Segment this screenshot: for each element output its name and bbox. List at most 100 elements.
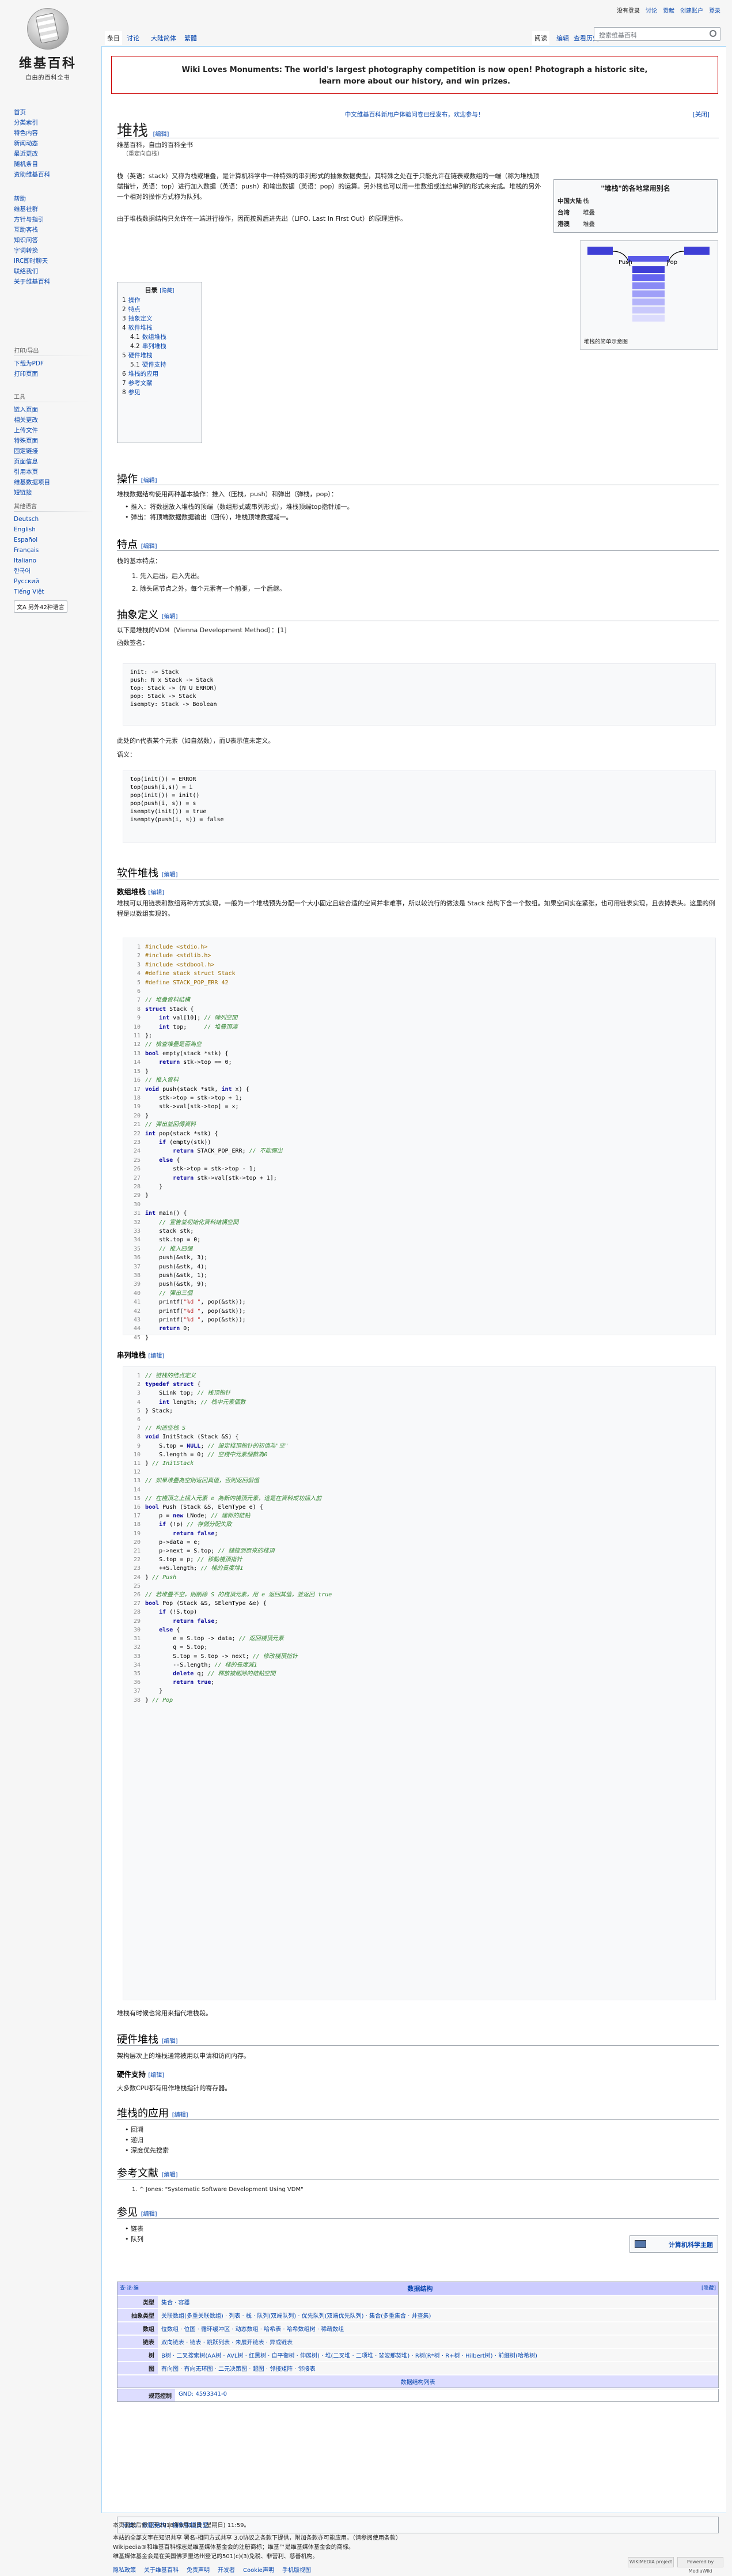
toc-text[interactable]: 硬件堆栈 [128, 352, 153, 359]
toc-text[interactable]: 堆栈的应用 [128, 371, 159, 377]
see-link[interactable]: • 队列 [125, 2234, 143, 2245]
see-link[interactable]: • 链表 [125, 2224, 143, 2234]
personal-link[interactable]: 登录 [709, 8, 720, 14]
search-icon[interactable] [710, 30, 716, 37]
tool-link[interactable]: 维基数据项目 [14, 477, 94, 488]
search-input[interactable]: 搜索维基百科 [594, 27, 720, 41]
toc-item[interactable]: 1 操作 [122, 296, 197, 305]
toc-text[interactable]: 软件堆栈 [128, 324, 153, 331]
stack-diagram-thumb[interactable]: Push Pop 堆栈的简单示意图 [580, 240, 718, 350]
tab-read[interactable]: 阅读 [532, 31, 549, 45]
tool-link[interactable]: 短链接 [14, 488, 94, 498]
navbox-list[interactable]: 位数组 · 位图 · 循环缓冲区 · 动态数组 · 哈希表 · 哈希数组树 · … [158, 2322, 718, 2335]
tool-link[interactable]: 引用本页 [14, 467, 94, 477]
toc-text[interactable]: 硬件支持 [142, 361, 166, 368]
navbox-list[interactable]: 集合 · 容器 [158, 2296, 718, 2308]
tab-traditional[interactable]: 繁體 [182, 31, 199, 45]
help-link[interactable]: IRC即时聊天 [14, 256, 94, 266]
navbox-group: 图 [117, 2362, 158, 2374]
nav-link[interactable]: 随机条目 [14, 159, 94, 169]
wlm-banner[interactable]: Wiki Loves Monuments: The world's larges… [111, 56, 718, 94]
nav-link[interactable]: 新闻动态 [14, 138, 94, 149]
personal-link[interactable]: 讨论 [646, 8, 657, 14]
intro-paragraph-2: 由于堆栈数据结构只允许在一端进行操作，因而按照后进先出（LIFO, Last I… [117, 215, 407, 222]
help-link[interactable]: 联络我们 [14, 266, 94, 277]
toc-text[interactable]: 参见 [128, 389, 141, 396]
close-notice-link[interactable]: [关闭] [693, 110, 710, 119]
section-references: 参考文献 [编辑] [117, 2167, 178, 2180]
toc-item[interactable]: 8 参见 [122, 388, 197, 397]
help-link[interactable]: 互助客栈 [14, 225, 94, 235]
toc-item[interactable]: 4.2 串列堆栈 [122, 342, 197, 351]
nav-link[interactable]: 分类索引 [14, 118, 94, 128]
help-link[interactable]: 帮助 [14, 194, 94, 204]
more-languages-button[interactable]: 文A 另外42种语言 [14, 600, 67, 613]
language-link[interactable]: Español [14, 535, 94, 545]
nav-link[interactable]: 资助维基百科 [14, 169, 94, 180]
toc-item[interactable]: 7 参考文献 [122, 379, 197, 388]
nav-link[interactable]: 首页 [14, 107, 94, 118]
toc-item[interactable]: 5.1 硬件支持 [122, 360, 197, 369]
wikimedia-badge[interactable]: WIKIMEDIA project [628, 2557, 674, 2567]
navbox-list[interactable]: 有向图 · 有向无环图 · 二元决策图 · 超图 · 邻接矩阵 · 邻接表 [158, 2362, 718, 2374]
help-link[interactable]: 维基社群 [14, 204, 94, 214]
nav-link[interactable]: 特色内容 [14, 128, 94, 138]
personal-link[interactable]: 贡献 [663, 8, 674, 14]
toc-item[interactable]: 2 特点 [122, 305, 197, 314]
help-link[interactable]: 知识问答 [14, 235, 94, 245]
main-content: Wiki Loves Monuments: The world's larges… [101, 46, 726, 2533]
toc-item[interactable]: 6 堆栈的应用 [122, 369, 197, 379]
toc-text[interactable]: 参考文献 [128, 380, 153, 387]
navbox-list[interactable]: B树 · 二叉搜索树(AA树 · AVL树 · 红黑树 · 自平衡树 · 伸展树… [158, 2349, 718, 2361]
wikipedia-logo[interactable]: 维基百科 自由的百科全书 [10, 8, 85, 86]
pop-label: Pop [667, 259, 677, 266]
language-link[interactable]: Русский [14, 576, 94, 587]
navbox-list[interactable]: 双向链表 · 链表 · 跳跃列表 · 未展开链表 · 异或链表 [158, 2336, 718, 2348]
tool-link[interactable]: 上传文件 [14, 425, 94, 436]
navbox-row: 树 B树 · 二叉搜索树(AA树 · AVL树 · 红黑树 · 自平衡树 · 伸展… [117, 2348, 718, 2361]
toc-item[interactable]: 4.1 数组堆栈 [122, 333, 197, 342]
tab-talk[interactable]: 讨论 [124, 31, 142, 45]
toc-item[interactable]: 5 硬件堆栈 [122, 351, 197, 360]
app-link[interactable]: • 深度优先搜索 [125, 2146, 169, 2156]
language-link[interactable]: Italiano [14, 556, 94, 566]
mediawiki-badge[interactable]: Powered by MediaWiki [677, 2557, 723, 2574]
print-link[interactable]: 打印页面 [14, 369, 94, 379]
toc-text[interactable]: 操作 [128, 297, 141, 304]
help-link[interactable]: 关于维基百科 [14, 277, 94, 287]
language-link[interactable]: Français [14, 545, 94, 556]
help-link[interactable]: 方针与指引 [14, 214, 94, 225]
section-hardware: 硬件堆栈 [编辑] [117, 2034, 178, 2046]
language-link[interactable]: 한국어 [14, 566, 94, 576]
tab-edit[interactable]: 编辑 [554, 31, 571, 45]
navbox-list[interactable]: 关联数组(多重关联数组) · 列表 · 栈 · 队列(双端队列) · 优先队列(… [158, 2309, 718, 2321]
tab-variant[interactable]: 大陆简体 [149, 31, 179, 45]
toc-number: 5.1 [130, 361, 140, 368]
language-link[interactable]: Tiếng Việt [14, 587, 94, 597]
nav-link[interactable]: 最近更改 [14, 149, 94, 159]
toc-text[interactable]: 抽象定义 [128, 315, 153, 322]
toc-text[interactable]: 数组堆栈 [142, 334, 166, 341]
tool-link[interactable]: 页面信息 [14, 456, 94, 467]
toc-item[interactable]: 3 抽象定义 [122, 314, 197, 323]
personal-link[interactable]: 创建账户 [680, 8, 703, 14]
navbox-group: 链表 [117, 2336, 158, 2348]
tool-link[interactable]: 相关更改 [14, 415, 94, 425]
navbox-group: 类型 [117, 2296, 158, 2308]
tool-link[interactable]: 链入页面 [14, 405, 94, 415]
toc-hide-toggle[interactable]: [隐藏] [160, 288, 174, 294]
toc-text[interactable]: 特点 [128, 306, 141, 313]
print-link[interactable]: 下载为PDF [14, 358, 94, 369]
app-link[interactable]: • 回溯 [125, 2125, 143, 2135]
toc-item[interactable]: 4 软件堆栈 [122, 323, 197, 333]
tool-link[interactable]: 固定链接 [14, 446, 94, 456]
portal-box[interactable]: 计算机科学主题 [629, 2235, 718, 2253]
language-link[interactable]: Deutsch [14, 514, 94, 524]
tool-link[interactable]: 特殊页面 [14, 436, 94, 446]
language-link[interactable]: English [14, 524, 94, 535]
navbox-row: 链表 双向链表 · 链表 · 跳跃列表 · 未展开链表 · 异或链表 [117, 2335, 718, 2348]
tab-article[interactable]: 条目 [105, 31, 122, 45]
toc-text[interactable]: 串列堆栈 [142, 343, 166, 350]
app-link[interactable]: • 递归 [125, 2135, 143, 2146]
help-link[interactable]: 字词转换 [14, 245, 94, 256]
